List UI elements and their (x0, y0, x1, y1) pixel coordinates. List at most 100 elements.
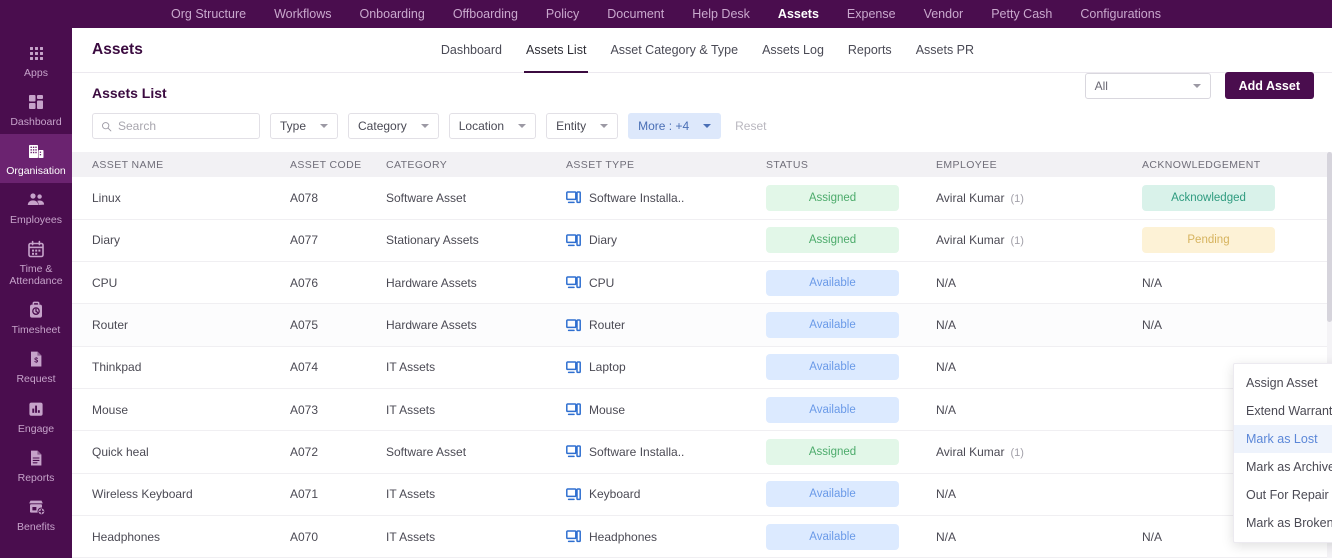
sidebar-item-apps[interactable]: Apps (0, 36, 72, 85)
cell-asset-type: Software Installa.. (566, 430, 766, 474)
tab-assets-pr[interactable]: Assets PR (904, 28, 986, 73)
left-sidebar: Apps Dashboard Organisation Employees Time &… (0, 28, 72, 558)
add-asset-button[interactable]: Add Asset (1224, 72, 1314, 99)
toolbar-actions: All Add Asset (1084, 72, 1314, 99)
scope-select[interactable]: All (1084, 72, 1211, 99)
topnav-item-workflows[interactable]: Workflows (260, 0, 345, 28)
topnav-item-assets[interactable]: Assets (764, 0, 833, 28)
sidebar-item-benefits[interactable]: Benefits (0, 490, 72, 539)
employee-count: (1) (1010, 446, 1024, 459)
topnav-item-petty-cash[interactable]: Petty Cash (977, 0, 1066, 28)
menu-item-extend-warranty[interactable]: Extend Warranty (1234, 397, 1332, 425)
sidebar-item-request[interactable]: $ Request (0, 342, 72, 391)
filter-category-label: Category (358, 119, 407, 133)
asset-type-label: Software Installa.. (589, 190, 685, 205)
menu-item-assign-asset[interactable]: Assign Asset (1234, 369, 1332, 397)
cell-asset-code: A078 (290, 177, 386, 220)
filter-more[interactable]: More : +4 (628, 113, 722, 139)
filter-location-label: Location (458, 119, 505, 133)
sidebar-item-reports[interactable]: Reports (0, 441, 72, 490)
status-badge: Assigned (766, 184, 899, 211)
sidebar-item-timesheet[interactable]: Timesheet (0, 293, 72, 342)
column-asset-type: ASSET TYPE (566, 152, 766, 177)
cell-employee: Aviral Kumar (1) (936, 177, 1142, 220)
menu-item-mark-as-lost[interactable]: Mark as Lost (1234, 425, 1332, 453)
assets-table-container: ASSET NAME ASSET CODE CATEGORY ASSET TYP… (72, 152, 1332, 558)
cell-employee: N/A (936, 346, 1142, 389)
monitor-icon (566, 530, 581, 543)
topnav-item-vendor[interactable]: Vendor (910, 0, 978, 28)
scope-select-value: All (1094, 78, 1108, 93)
cell-asset-type: Diary (566, 219, 766, 263)
cell-asset-type: Headphones (566, 515, 766, 558)
topnav-item-offboarding[interactable]: Offboarding (439, 0, 532, 28)
table-header-row: ASSET NAME ASSET CODE CATEGORY ASSET TYP… (72, 152, 1332, 177)
topnav-item-onboarding[interactable]: Onboarding (345, 0, 438, 28)
chevron-down-icon (320, 124, 329, 128)
employee-count: (1) (1010, 192, 1024, 205)
table-row[interactable]: Linux A078 Software Asset Software Installa… (72, 177, 1332, 220)
reset-filters-button[interactable]: Reset (735, 119, 766, 133)
tab-assets-log[interactable]: Assets Log (750, 28, 836, 73)
tab-reports[interactable]: Reports (836, 28, 904, 73)
table-row[interactable]: CPU A076 Hardware Assets CPU Available N/A N/A (72, 261, 1332, 305)
cell-category: Stationary Assets (386, 219, 566, 263)
table-row[interactable]: Router A075 Hardware Assets Router Available… (72, 303, 1332, 347)
table-row[interactable]: Quick heal A072 Software Asset Software Ins… (72, 430, 1332, 474)
cell-asset-type: Mouse (566, 388, 766, 432)
cell-status: Available (766, 346, 936, 389)
menu-item-mark-as-broken-not-fixable[interactable]: Mark as Broken-Not Fixable (1234, 509, 1332, 537)
tab-dashboard[interactable]: Dashboard (429, 28, 514, 73)
sidebar-item-organisation[interactable]: Organisation (0, 134, 72, 184)
status-badge: Available (766, 523, 899, 550)
cell-category: Hardware Assets (386, 261, 566, 305)
table-row[interactable]: Headphones A070 IT Assets Headphones Availab… (72, 515, 1332, 558)
chevron-down-icon (703, 124, 712, 128)
cell-asset-name: Headphones (72, 515, 290, 558)
cell-asset-type: Router (566, 303, 766, 347)
sidebar-item-time-attendance[interactable]: Time & Attendance (0, 232, 72, 293)
cell-asset-name: Thinkpad (72, 346, 290, 389)
topnav-item-expense[interactable]: Expense (833, 0, 910, 28)
table-body: Linux A078 Software Asset Software Installa… (72, 177, 1332, 558)
asset-type-label: Software Installa.. (589, 444, 685, 459)
sidebar-item-engage[interactable]: Engage (0, 392, 72, 441)
cell-status: Assigned (766, 219, 936, 263)
asset-type-label: Headphones (589, 529, 658, 544)
table-row[interactable]: Thinkpad A074 IT Assets Laptop Available N/A (72, 346, 1332, 389)
cell-status: Available (766, 473, 936, 516)
topnav-item-policy[interactable]: Policy (532, 0, 593, 28)
cell-asset-code: A070 (290, 515, 386, 558)
sidebar-item-employees[interactable]: Employees (0, 183, 72, 232)
cell-employee: N/A (936, 261, 1142, 305)
employee-name: N/A (936, 360, 957, 375)
search-input[interactable]: Search (92, 113, 260, 139)
employee-count: (1) (1010, 235, 1024, 248)
scrollbar-thumb[interactable] (1327, 152, 1332, 322)
tab-assets-list[interactable]: Assets List (514, 28, 598, 73)
menu-item-mark-as-archived[interactable]: Mark as Archived (1234, 453, 1332, 481)
topnav-item-org-structure[interactable]: Org Structure (157, 0, 260, 28)
tab-asset-category-type[interactable]: Asset Category & Type (598, 28, 750, 73)
menu-item-out-for-repair[interactable]: Out For Repair (1234, 481, 1332, 509)
cell-asset-code: A073 (290, 388, 386, 432)
table-row[interactable]: Mouse A073 IT Assets Mouse Available N/A (72, 388, 1332, 432)
filter-category[interactable]: Category (348, 113, 439, 139)
table-row[interactable]: Wireless Keyboard A071 IT Assets Keyboard Av… (72, 473, 1332, 516)
topnav-item-configurations[interactable]: Configurations (1066, 0, 1175, 28)
cell-employee: Aviral Kumar (1) (936, 430, 1142, 474)
topnav-item-document[interactable]: Document (593, 0, 678, 28)
asset-type-label: Mouse (589, 402, 626, 417)
topnav-item-help-desk[interactable]: Help Desk (678, 0, 764, 28)
monitor-icon (566, 361, 581, 373)
filter-entity[interactable]: Entity (546, 113, 619, 139)
svg-text:$: $ (34, 358, 38, 365)
asset-type-label: Diary (589, 233, 618, 248)
filter-location[interactable]: Location (448, 113, 537, 139)
row-actions-context-menu: Assign Asset Extend Warranty Mark as Lost M… (1233, 363, 1332, 543)
sidebar-item-label: Organisation (6, 165, 66, 178)
filter-type[interactable]: Type (270, 113, 339, 139)
employee-name: N/A (936, 402, 957, 417)
table-row[interactable]: Diary A077 Stationary Assets Diary Assigned A… (72, 219, 1332, 263)
sidebar-item-dashboard[interactable]: Dashboard (0, 85, 72, 134)
